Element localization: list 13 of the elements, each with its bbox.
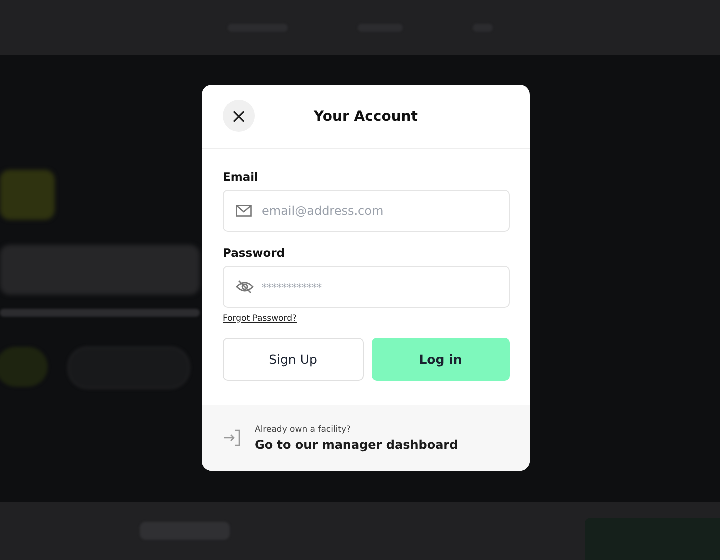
sign-in-icon (223, 429, 241, 447)
password-field[interactable]: ************ (223, 266, 510, 308)
field-label: Password (223, 246, 286, 260)
dialog-title: Your Account (314, 108, 418, 124)
login-button[interactable]: Log in (372, 338, 510, 381)
forgot-password-link[interactable]: Forgot Password? (223, 314, 297, 324)
manager-dashboard-link[interactable]: Go to our manager dashboard (255, 438, 458, 452)
signup-button[interactable]: Sign Up (223, 338, 364, 381)
field-label: Email (223, 170, 260, 184)
email-field[interactable]: email@address.com (223, 190, 510, 232)
close-button[interactable]: × (223, 100, 255, 132)
blurred-heading (0, 170, 55, 220)
footer-caption: Already own a facility? (255, 424, 352, 434)
